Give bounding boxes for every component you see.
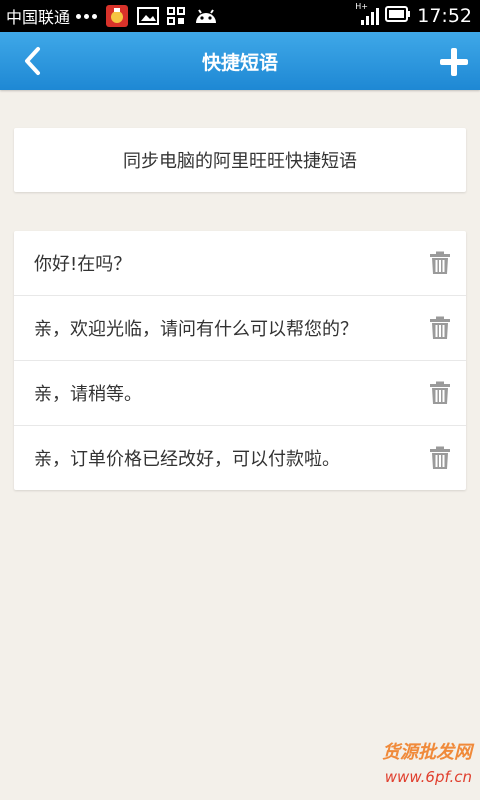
watermark-title: 货源批发网 xyxy=(382,742,472,763)
title-bar: 快捷短语 xyxy=(0,32,480,90)
list-item[interactable]: 你好!在吗？ xyxy=(14,231,466,296)
carrier-name: 中国联通 xyxy=(6,8,71,27)
phrase-text: 你好!在吗？ xyxy=(34,254,132,275)
android-icon xyxy=(193,7,219,25)
watermark: 货源批发网 www.6pf.cn xyxy=(360,738,472,792)
phrase-text: 亲，请稍等。 xyxy=(34,384,142,405)
trash-icon[interactable] xyxy=(428,446,452,470)
list-item[interactable]: 亲，订单价格已经改好，可以付款啦。 xyxy=(14,426,466,490)
phrase-text: 亲，欢迎光临，请问有什么可以帮您的？ xyxy=(34,319,358,340)
battery-icon xyxy=(385,6,411,26)
phrase-list: 你好!在吗？ 亲，欢迎光临，请问有什么可以帮您的？ 亲，请稍等。 亲，订单价格已… xyxy=(14,231,466,490)
qr-icon xyxy=(167,7,186,25)
sync-pc-phrases-button[interactable]: 同步电脑的阿里旺旺快捷短语 xyxy=(14,128,466,192)
phrase-text: 亲，订单价格已经改好，可以付款啦。 xyxy=(34,449,340,470)
back-button[interactable] xyxy=(14,42,50,80)
plus-icon xyxy=(440,48,468,76)
watermark-url: www.6pf.cn xyxy=(384,768,472,786)
status-bar: 中国联通 H+ 17:52 xyxy=(0,0,480,32)
list-item[interactable]: 亲，请稍等。 xyxy=(14,361,466,426)
more-dots-icon xyxy=(76,13,98,19)
page-title: 快捷短语 xyxy=(201,51,278,74)
network-signal-icon: H+ xyxy=(355,2,380,26)
gallery-icon xyxy=(137,6,160,26)
trash-icon[interactable] xyxy=(428,316,452,340)
trash-icon[interactable] xyxy=(428,251,452,275)
list-item[interactable]: 亲，欢迎光临，请问有什么可以帮您的？ xyxy=(14,296,466,361)
back-arrow-icon xyxy=(25,47,40,75)
clock: 17:52 xyxy=(417,5,472,27)
add-phrase-button[interactable] xyxy=(434,42,474,82)
sync-label: 同步电脑的阿里旺旺快捷短语 xyxy=(123,151,357,172)
network-type: H+ xyxy=(355,2,368,11)
trash-icon[interactable] xyxy=(428,381,452,405)
app-notification-icon xyxy=(105,4,129,28)
